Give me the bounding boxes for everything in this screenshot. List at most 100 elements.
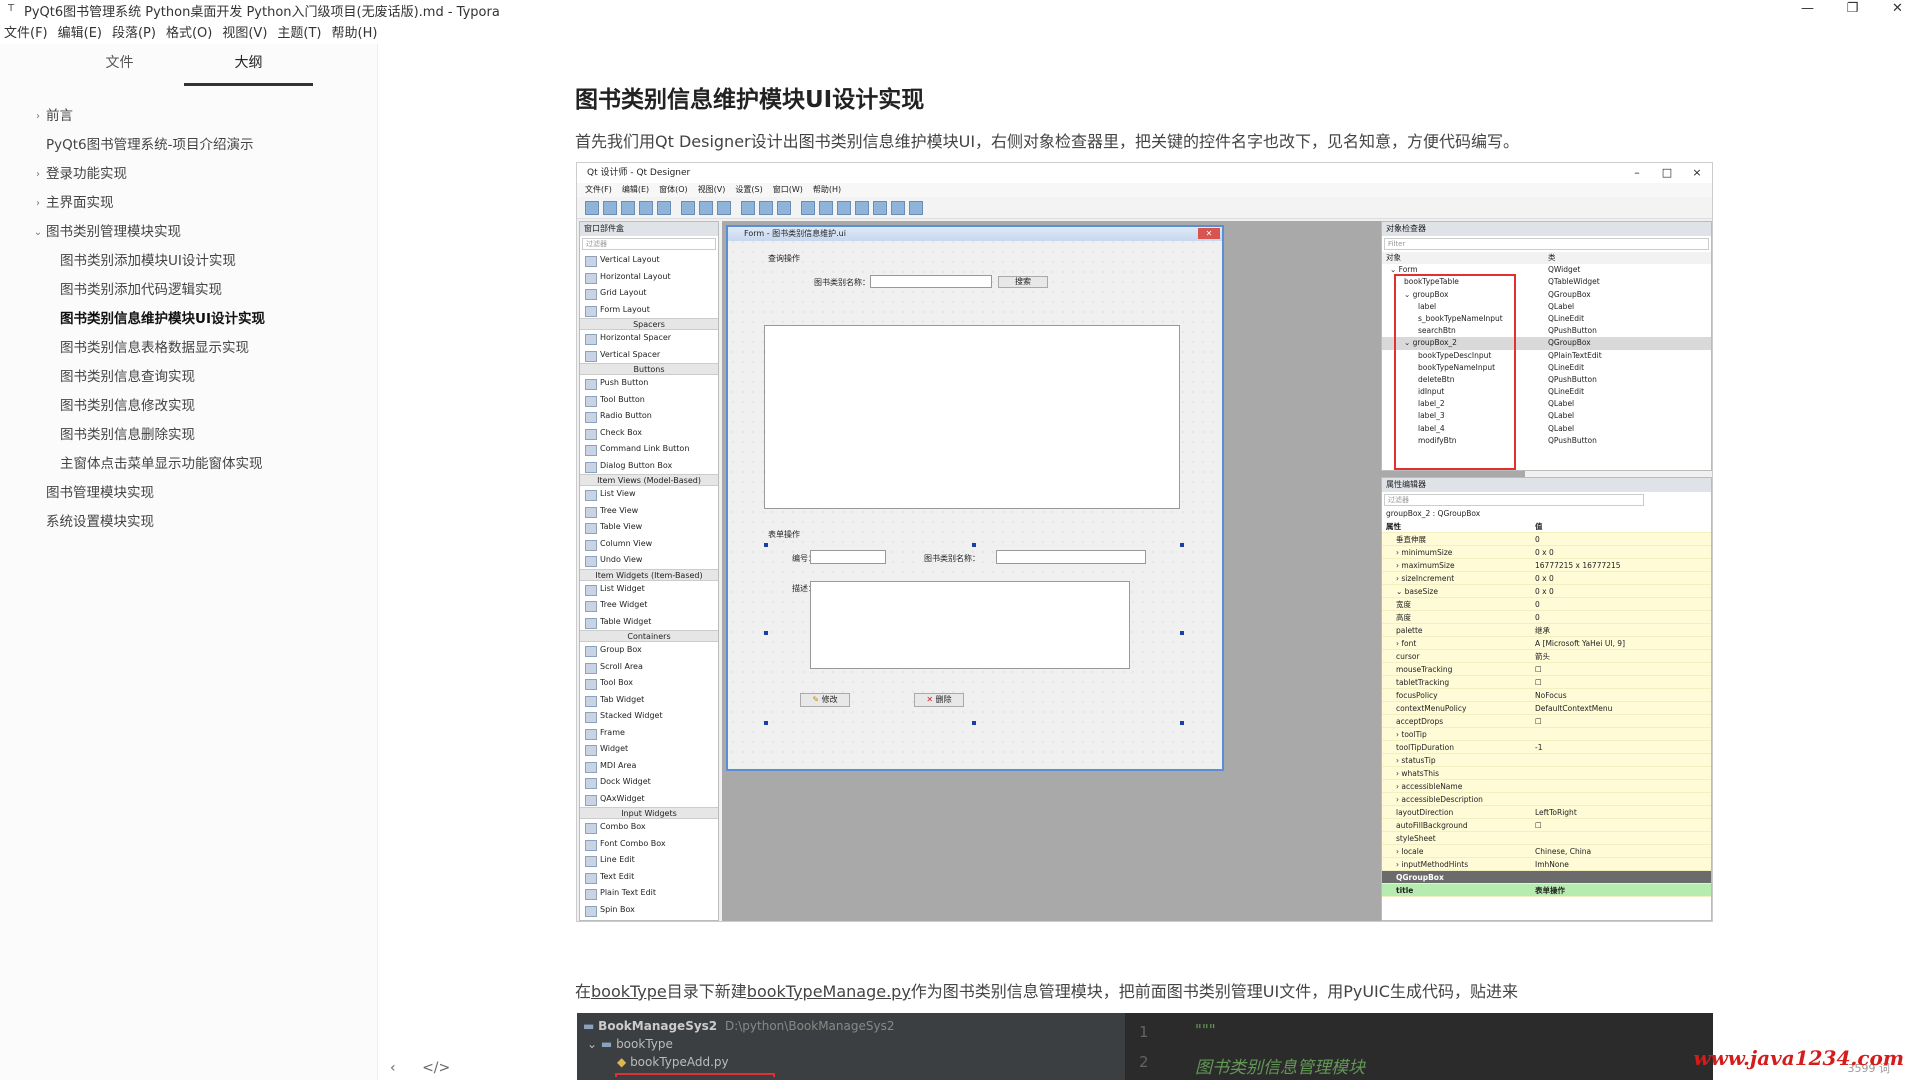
property-name: acceptDrops (1396, 717, 1444, 727)
widget-item: List Widget (580, 581, 718, 598)
link-booktypemanage[interactable]: bookTypeManage.py (747, 982, 911, 1001)
property-value: 0 (1535, 613, 1540, 623)
property-row: contextMenuPolicy DefaultContextMenu (1382, 702, 1711, 716)
designer-close-icon: × (1692, 166, 1702, 179)
chevron-right-icon[interactable]: › (32, 189, 44, 218)
link-booktype[interactable]: bookType (591, 982, 667, 1001)
chevron-right-icon[interactable]: › (32, 160, 44, 189)
maximize-button[interactable]: ❐ (1830, 0, 1875, 20)
form-window: Form - 图书类别信息维护.ui ✕ 查询操作 图书类别名称： 搜索 表单操… (726, 225, 1224, 771)
outline-item-label: 主界面实现 (46, 195, 114, 211)
desc-input (810, 581, 1130, 669)
selection-handle (1180, 543, 1184, 547)
typora-app-icon: T (7, 3, 15, 14)
property-value: 0 x 0 (1535, 548, 1554, 558)
widget-item: Push Button (580, 375, 718, 392)
toolbar-tool-icon (699, 200, 713, 215)
tab-outline[interactable]: 大纲 (184, 44, 313, 86)
type-name-label: 图书类别名称： (924, 554, 980, 563)
property-name: › accessibleDescription (1396, 795, 1483, 805)
form-title-bar: Form - 图书类别信息维护.ui ✕ (728, 227, 1222, 241)
property-name: 高度 (1396, 613, 1411, 623)
outline-item[interactable]: 图书管理模块实现 (0, 479, 378, 508)
property-row: tabletTracking ☐ (1382, 676, 1711, 690)
property-row: cursor 箭头 (1382, 650, 1711, 664)
object-class: QLineEdit (1548, 387, 1585, 397)
selection-handle (764, 721, 768, 725)
property-name: layoutDirection (1396, 808, 1454, 818)
paragraph-intro: 首先我们用Qt Designer设计出图书类别信息维护模块UI，右侧对象检查器里… (575, 132, 1520, 151)
property-value: NoFocus (1535, 691, 1567, 701)
widget-list: Vertical Layout Horizontal Layout Grid Lay… (580, 252, 718, 918)
property-name: › inputMethodHints (1396, 860, 1469, 870)
outline-item[interactable]: › 主界面实现 (0, 189, 378, 218)
code-line: """ (1195, 1021, 1216, 1039)
chevron-right-icon[interactable]: › (32, 102, 44, 131)
property-value: Chinese, China (1535, 847, 1592, 857)
outline-item[interactable]: PyQt6图书管理系统-项目介绍演示 (0, 131, 378, 160)
para2-pre: 在 (575, 982, 592, 1001)
widget-item: Combo Box (580, 819, 718, 836)
menu-item[interactable]: 帮助(H) (328, 22, 384, 42)
minimize-button[interactable]: — (1785, 0, 1830, 20)
edit-icon: ✎ (812, 695, 820, 704)
search-button: 搜索 (998, 276, 1048, 288)
property-value: 0 (1535, 600, 1540, 610)
property-value (1535, 793, 1711, 805)
menu-item[interactable]: 段落(P) (108, 22, 162, 42)
pycharm-screenshot: ▬ BookManageSys2 D:\python\BookManageSys… (577, 1013, 1713, 1080)
close-button[interactable]: ✕ (1875, 0, 1920, 20)
outline-item[interactable]: 图书类别信息维护模块UI设计实现 (0, 305, 378, 334)
toolbar-tool-icon (819, 200, 833, 215)
delete-button-label: 删除 (935, 695, 952, 704)
property-name: styleSheet (1396, 834, 1436, 844)
chevron-down-icon[interactable]: ⌄ (32, 218, 44, 247)
widget-item: Form Layout (580, 302, 718, 319)
property-list: 垂直伸展 0 › minimumSize 0 x 0 › maximumSize 1677… (1382, 533, 1711, 872)
designer-menu-item: 设置(S) (735, 185, 763, 194)
book-type-table (764, 325, 1180, 509)
property-name: › accessibleName (1396, 782, 1463, 792)
menu-item[interactable]: 文件(F) (0, 22, 54, 42)
property-value: ☐ (1535, 717, 1542, 727)
outline-item[interactable]: 图书类别信息修改实现 (0, 392, 378, 421)
outline-item[interactable]: › 登录功能实现 (0, 160, 378, 189)
outline-item[interactable]: 图书类别信息表格数据显示实现 (0, 334, 378, 363)
property-name: mouseTracking (1396, 665, 1453, 675)
menu-item[interactable]: 主题(T) (273, 22, 327, 42)
widget-item: Vertical Layout (580, 252, 718, 269)
widget-item: Command Link Button (580, 441, 718, 458)
menu-item[interactable]: 格式(O) (162, 22, 218, 42)
property-name: 宽度 (1396, 600, 1411, 610)
outline-item[interactable]: ⌄ 图书类别管理模块实现 (0, 218, 378, 247)
menu-item[interactable]: 视图(V) (218, 22, 273, 42)
widget-item: Scroll Area (580, 659, 718, 676)
outline-item-label: 图书类别信息表格数据显示实现 (60, 340, 249, 356)
property-row: acceptDrops ☐ (1382, 715, 1711, 729)
project-path: D:\python\BookManageSys2 (724, 1019, 895, 1033)
property-row: › accessibleName (1382, 780, 1711, 794)
outline-item-label: 登录功能实现 (46, 166, 127, 182)
object-class: QTableWidget (1548, 277, 1600, 287)
menu-item[interactable]: 编辑(E) (54, 22, 108, 42)
outline-item[interactable]: 图书类别添加代码逻辑实现 (0, 276, 378, 305)
outline-item[interactable]: 图书类别信息查询实现 (0, 363, 378, 392)
widget-box-filter: 过滤器 (582, 238, 716, 250)
outline-item[interactable]: › 前言 (0, 102, 378, 131)
property-row: ⌄ baseSize 0 x 0 (1382, 585, 1711, 599)
outline-item[interactable]: 图书类别添加模块UI设计实现 (0, 247, 378, 276)
tab-files[interactable]: 文件 (55, 44, 184, 86)
section-heading: 图书类别信息维护模块UI设计实现 (575, 87, 925, 113)
outline-item-label: 图书类别信息维护模块UI设计实现 (60, 311, 265, 327)
property-filter: 过滤器 (1384, 494, 1644, 506)
outline-item[interactable]: 系统设置模块实现 (0, 508, 378, 537)
property-row: mouseTracking ☐ (1382, 663, 1711, 677)
outline-item[interactable]: 主窗体点击菜单显示功能窗体实现 (0, 450, 378, 479)
type-name-input (996, 550, 1146, 564)
property-row: › font A [Microsoft YaHei UI, 9] (1382, 637, 1711, 651)
outline-item[interactable]: 图书类别信息删除实现 (0, 421, 378, 450)
widget-item: Vertical Spacer (580, 347, 718, 364)
widget-item: Widget (580, 741, 718, 758)
widget-category: Item Views (Model-Based) (580, 474, 718, 486)
property-name: ⌄ baseSize (1396, 587, 1438, 597)
